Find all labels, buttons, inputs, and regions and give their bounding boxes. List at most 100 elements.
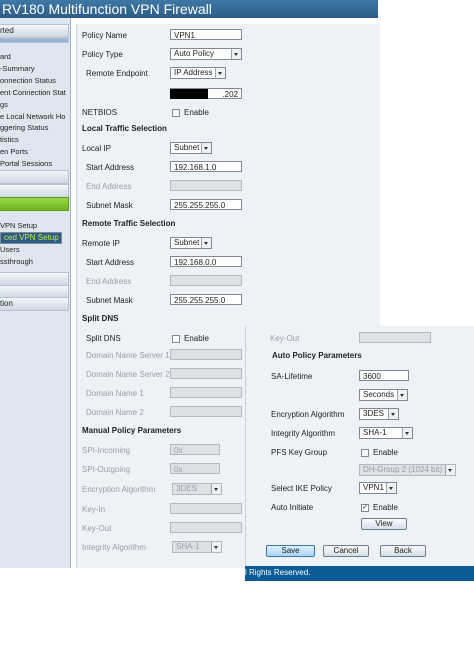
remote-start-label: Start Address: [86, 258, 135, 267]
split-dns-enable-label: Enable: [184, 334, 209, 343]
split-dns-checkbox[interactable]: [172, 335, 180, 343]
sidebar-section[interactable]: [0, 272, 69, 286]
back-button[interactable]: Back: [380, 545, 426, 557]
remote-ip-select[interactable]: Subnet: [170, 237, 212, 249]
integrity-select[interactable]: SHA-1: [359, 427, 413, 439]
sidebar-section[interactable]: [0, 184, 69, 198]
encryption-select[interactable]: 3DES: [359, 408, 399, 420]
spi-outgoing-input[interactable]: 0x: [170, 463, 220, 474]
remote-endpoint-select[interactable]: IP Address: [170, 67, 226, 79]
save-button[interactable]: Save: [266, 545, 315, 557]
overlay-key-out-input[interactable]: [359, 332, 431, 343]
policy-name-input[interactable]: VPN1: [170, 29, 242, 40]
cancel-button[interactable]: Cancel: [323, 545, 369, 557]
pfs-checkbox[interactable]: [361, 449, 369, 457]
integrity-label: Integrity Algorithm: [271, 429, 336, 438]
key-in-label: Key-In: [82, 505, 106, 514]
sidebar-item-users[interactable]: Users: [0, 244, 62, 256]
spi-incoming-label: SPI-Incoming: [82, 446, 131, 455]
chevron-down-icon: [211, 542, 221, 552]
sidebar-item-vpn-setup[interactable]: VPN Setup: [0, 220, 62, 232]
pfs-group-select[interactable]: DH-Group 2 (1024 bit): [359, 464, 456, 476]
footer: l Rights Reserved.: [245, 566, 474, 581]
remote-traffic-heading: Remote Traffic Selection: [82, 219, 176, 228]
local-end-label: End Address: [86, 182, 132, 191]
remote-mask-label: Subnet Mask: [86, 296, 133, 305]
pfs-enable-label: Enable: [373, 448, 398, 457]
manual-integrity-select[interactable]: SHA-1: [172, 541, 222, 553]
manual-integrity-label: Integrity Algorithm: [82, 543, 147, 552]
local-start-input[interactable]: 192.168.1.0: [170, 161, 242, 172]
sidebar-section-vpn[interactable]: [0, 197, 69, 211]
remote-ip-label: Remote IP: [82, 239, 120, 248]
manual-encryption-select[interactable]: 3DES: [172, 483, 222, 495]
remote-end-input[interactable]: [170, 275, 242, 286]
sidebar-section[interactable]: [0, 170, 69, 184]
local-mask-input[interactable]: 255.255.255.0: [170, 199, 242, 210]
domain-name-1-label: Domain Name 1: [86, 389, 144, 398]
local-ip-label: Local IP: [82, 144, 111, 153]
sidebar-item[interactable]: en Ports: [0, 146, 66, 158]
split-dns-label: Split DNS: [86, 334, 121, 343]
split-dns-heading: Split DNS: [82, 314, 119, 323]
checkmark-icon: ✓: [362, 504, 368, 511]
policy-type-select[interactable]: Auto Policy: [170, 48, 242, 60]
chevron-down-icon: [231, 49, 241, 59]
spi-incoming-input[interactable]: 0x: [170, 444, 220, 455]
chevron-down-icon: [388, 409, 398, 419]
app-title: RV180 Multifunction VPN Firewall: [2, 1, 212, 17]
ike-policy-label: Select IKE Policy: [271, 484, 332, 493]
sidebar-item[interactable]: ard: [0, 51, 66, 63]
remote-start-input[interactable]: 192.168.0.0: [170, 256, 242, 267]
domain-name-2-label: Domain Name 2: [86, 408, 144, 417]
remote-mask-input[interactable]: 255.255.255.0: [170, 294, 242, 305]
pfs-label: PFS Key Group: [271, 448, 328, 457]
local-end-input[interactable]: [170, 180, 242, 191]
sidebar-item[interactable]: Portal Sessions: [0, 158, 66, 170]
copyright-text: l Rights Reserved.: [245, 568, 311, 577]
sidebar-item[interactable]: gs: [0, 99, 66, 111]
dns-server-2-input[interactable]: [170, 368, 242, 379]
domain-name-2-input[interactable]: [170, 406, 242, 417]
dns-server-1-input[interactable]: [170, 349, 242, 360]
chevron-down-icon: [201, 238, 211, 248]
sa-lifetime-unit-select[interactable]: Seconds: [359, 389, 408, 401]
netbios-enable-label: Enable: [184, 108, 209, 117]
key-in-input[interactable]: [170, 503, 242, 514]
sidebar-item[interactable]: ent Connection Stat: [0, 87, 66, 99]
local-start-label: Start Address: [86, 163, 135, 172]
auto-initiate-checkbox[interactable]: ✓: [361, 504, 369, 512]
sidebar-section-administration[interactable]: tion: [0, 297, 69, 311]
encryption-label: Encryption Algorithm: [271, 410, 345, 419]
dns-server-1-label: Domain Name Server 1: [86, 351, 170, 360]
manual-encryption-label: Encryption Algorithm: [82, 485, 156, 494]
netbios-checkbox[interactable]: [172, 109, 180, 117]
auto-initiate-label: Auto Initiate: [271, 503, 314, 512]
sidebar-item[interactable]: ggering Status: [0, 122, 66, 134]
sidebar-item-passthrough[interactable]: ssthrough: [0, 256, 62, 268]
policy-name-label: Policy Name: [82, 31, 127, 40]
chevron-down-icon: [402, 428, 412, 438]
sidebar-item[interactable]: -Summary: [0, 63, 66, 75]
auto-policy-heading: Auto Policy Parameters: [272, 351, 362, 360]
key-out-input[interactable]: [170, 522, 242, 533]
view-button[interactable]: View: [361, 518, 407, 530]
remote-endpoint-label: Remote Endpoint: [86, 69, 148, 78]
policy-type-label: Policy Type: [82, 50, 123, 59]
ike-policy-select[interactable]: VPN1: [359, 482, 397, 494]
sidebar-item[interactable]: tistics: [0, 134, 66, 146]
sa-lifetime-input[interactable]: 3600: [359, 370, 409, 381]
domain-name-1-input[interactable]: [170, 387, 242, 398]
sa-lifetime-label: SA-Lifetime: [271, 372, 313, 381]
sidebar-section-getting-started[interactable]: rted: [0, 24, 69, 38]
sidebar-item[interactable]: e Local Network Ho: [0, 111, 66, 123]
sidebar-item-advanced-vpn-setup[interactable]: ced VPN Setup: [0, 231, 62, 244]
sidebar-vpn-nav: VPN Setup ced VPN Setup Users ssthrough: [0, 220, 62, 268]
local-ip-select[interactable]: Subnet: [170, 142, 212, 154]
sidebar-border: [70, 18, 71, 568]
sidebar-item[interactable]: onnection Status: [0, 75, 66, 87]
redaction-bar: [170, 89, 208, 99]
chevron-down-icon: [386, 483, 396, 493]
app-header: RV180 Multifunction VPN Firewall: [0, 0, 378, 18]
remote-end-label: End Address: [86, 277, 132, 286]
